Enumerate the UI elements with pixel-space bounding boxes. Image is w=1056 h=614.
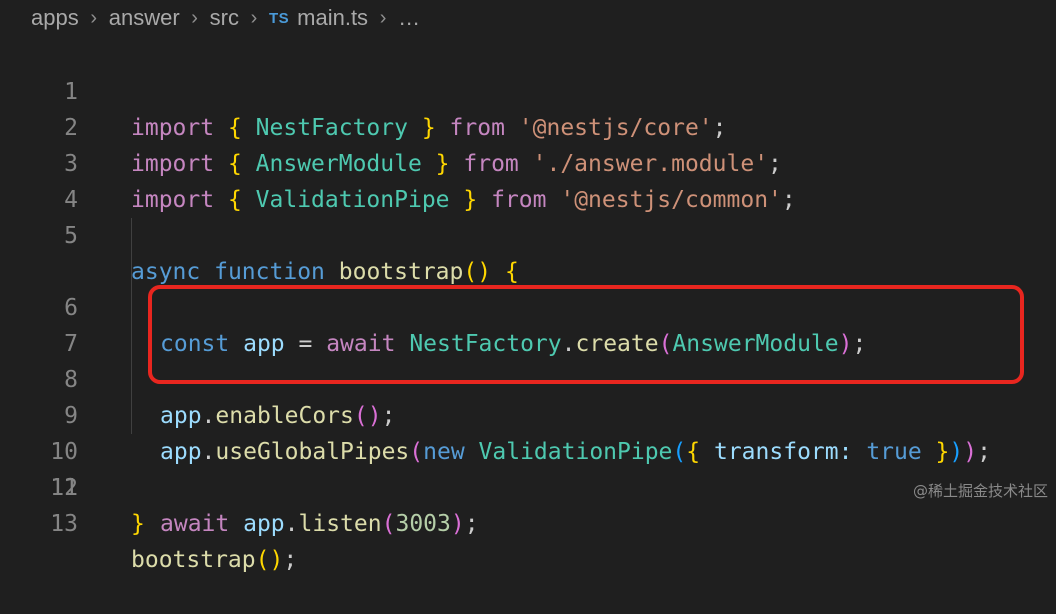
breadcrumb-apps[interactable]: apps <box>31 5 79 31</box>
chevron-right-icon: › <box>379 6 387 29</box>
code-editor[interactable]: 1 import { NestFactory } from '@nestjs/c… <box>0 38 1056 573</box>
line-content: } <box>131 511 145 537</box>
breadcrumb: apps › answer › src › TS main.ts › … <box>0 0 1056 36</box>
code-line[interactable]: 12 } <box>0 434 1056 537</box>
code-line[interactable]: 1 import { NestFactory } from '@nestjs/c… <box>0 38 1056 141</box>
code-line[interactable]: 13 bootstrap(); <box>0 470 1056 573</box>
breadcrumb-answer[interactable]: answer <box>109 5 180 31</box>
chevron-right-icon: › <box>90 6 98 29</box>
indent-guide <box>131 326 132 362</box>
code-line[interactable]: 5 async function bootstrap() { <box>0 182 1056 285</box>
breadcrumb-file[interactable]: main.ts <box>297 5 368 31</box>
code-line[interactable]: 11 await app.listen(3003); <box>0 398 1056 537</box>
code-line[interactable]: 8 app.enableCors(); <box>0 290 1056 429</box>
indent-guide <box>131 398 132 434</box>
code-line[interactable]: 7 <box>0 254 1056 357</box>
watermark: @稀土掘金技术社区 <box>912 482 1048 500</box>
line-content: await app.listen(3003); <box>160 511 479 537</box>
typescript-file-icon: TS <box>268 9 290 27</box>
line-content: bootstrap(); <box>131 547 298 573</box>
line-number: 13 <box>50 511 78 537</box>
code-line[interactable]: 2 import { AnswerModule } from './answer… <box>0 74 1056 177</box>
indent-guide <box>131 362 132 398</box>
chevron-right-icon: › <box>191 6 198 29</box>
chevron-right-icon: › <box>250 6 258 29</box>
indent-guide <box>131 218 132 254</box>
breadcrumb-symbol[interactable]: … <box>398 5 420 31</box>
breadcrumb-src[interactable]: src <box>210 5 239 31</box>
code-line[interactable]: 4 <box>0 146 1056 213</box>
code-line[interactable]: 10 <box>0 362 1056 465</box>
code-line[interactable]: 9 app.useGlobalPipes(new ValidationPipe(… <box>0 326 1056 465</box>
code-line[interactable]: 6 const app = await NestFactory.create(A… <box>0 218 1056 357</box>
indent-guide <box>131 254 132 290</box>
indent-guide <box>131 290 132 326</box>
code-line[interactable]: 3 import { ValidationPipe } from '@nestj… <box>0 110 1056 213</box>
